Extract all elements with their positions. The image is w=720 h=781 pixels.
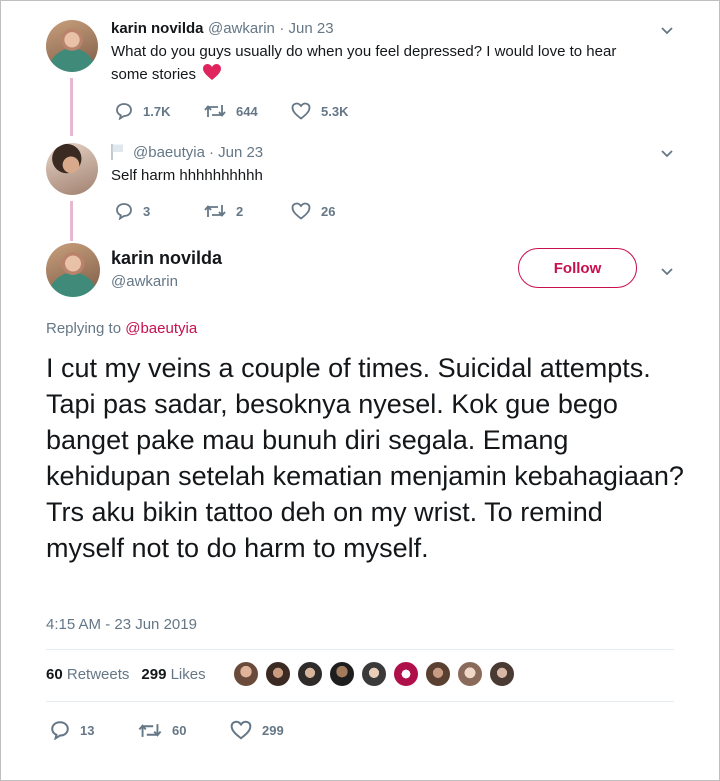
flag-icon xyxy=(111,144,123,160)
likers-avatars xyxy=(232,660,520,688)
tweet2-text: Self harm hhhhhhhhhh xyxy=(111,167,263,184)
retweet-button[interactable]: 644 xyxy=(204,103,291,119)
liker-avatar[interactable] xyxy=(264,660,292,688)
retweet-icon xyxy=(138,723,162,737)
tweet1-actions: 1.7K 644 5.3K xyxy=(115,102,348,120)
tweet-date[interactable]: · Jun 23 xyxy=(209,144,263,161)
main-actions: 13 60 299 xyxy=(50,720,284,740)
chevron-down-icon[interactable] xyxy=(660,24,674,38)
tweet-stats: 60 Retweets 299 Likes xyxy=(46,666,206,683)
user-handle[interactable]: @awkarin xyxy=(208,20,275,37)
display-name[interactable]: karin novilda xyxy=(111,20,204,37)
tweet2-actions: 3 2 26 xyxy=(115,202,335,220)
reply-button[interactable]: 3 xyxy=(115,202,204,220)
reply-icon xyxy=(116,203,132,220)
heart-emoji-icon xyxy=(203,64,222,80)
main-tweet-header: karin novilda @awkarin xyxy=(111,248,222,290)
tweet1-text: What do you guys usually do when you fee… xyxy=(111,43,617,83)
thread-line xyxy=(70,201,73,241)
thread-line xyxy=(70,78,73,136)
liker-avatar[interactable] xyxy=(488,660,516,688)
tweet2-header: @baeutyia · Jun 23 xyxy=(111,143,263,161)
chevron-down-icon[interactable] xyxy=(660,147,674,161)
reply-icon xyxy=(116,103,132,120)
liker-avatar[interactable] xyxy=(456,660,484,688)
retweets-stat[interactable]: 60 Retweets xyxy=(46,666,129,683)
like-icon xyxy=(291,102,311,120)
like-icon xyxy=(230,720,252,740)
liker-avatar[interactable] xyxy=(296,660,324,688)
retweet-icon xyxy=(204,105,226,117)
tweet1-header: karin novilda @awkarin · Jun 23 xyxy=(111,20,334,38)
liker-avatar[interactable] xyxy=(392,660,420,688)
avatar[interactable] xyxy=(46,20,98,72)
like-button[interactable]: 299 xyxy=(230,720,284,740)
reply-button[interactable]: 13 xyxy=(50,720,138,740)
like-button[interactable]: 26 xyxy=(291,202,335,220)
likes-stat[interactable]: 299 Likes xyxy=(141,666,205,683)
replying-to: Replying to @baeutyia xyxy=(46,320,198,337)
tweet-date[interactable]: · Jun 23 xyxy=(279,20,333,37)
liker-avatar[interactable] xyxy=(424,660,452,688)
liker-avatar[interactable] xyxy=(232,660,260,688)
display-name[interactable]: karin novilda xyxy=(111,248,222,269)
divider xyxy=(46,649,674,650)
liker-avatar[interactable] xyxy=(328,660,356,688)
divider xyxy=(46,701,674,702)
like-button[interactable]: 5.3K xyxy=(291,102,348,120)
user-handle[interactable]: @baeutyia xyxy=(133,144,205,161)
reply-button[interactable]: 1.7K xyxy=(115,102,204,120)
liker-avatar[interactable] xyxy=(360,660,388,688)
like-icon xyxy=(291,202,311,220)
user-handle[interactable]: @awkarin xyxy=(111,273,222,290)
reply-icon xyxy=(51,721,69,740)
replying-to-link[interactable]: @baeutyia xyxy=(125,320,197,337)
tweet-timestamp[interactable]: 4:15 AM - 23 Jun 2019 xyxy=(46,616,197,633)
avatar[interactable] xyxy=(46,143,98,195)
chevron-down-icon[interactable] xyxy=(660,265,674,279)
follow-button[interactable]: Follow xyxy=(518,248,637,288)
tweet-text: I cut my veins a couple of times. Suicid… xyxy=(46,353,684,563)
retweet-icon xyxy=(204,205,226,217)
retweet-button[interactable]: 60 xyxy=(138,722,230,739)
retweet-button[interactable]: 2 xyxy=(204,203,291,219)
avatar[interactable] xyxy=(46,243,100,297)
